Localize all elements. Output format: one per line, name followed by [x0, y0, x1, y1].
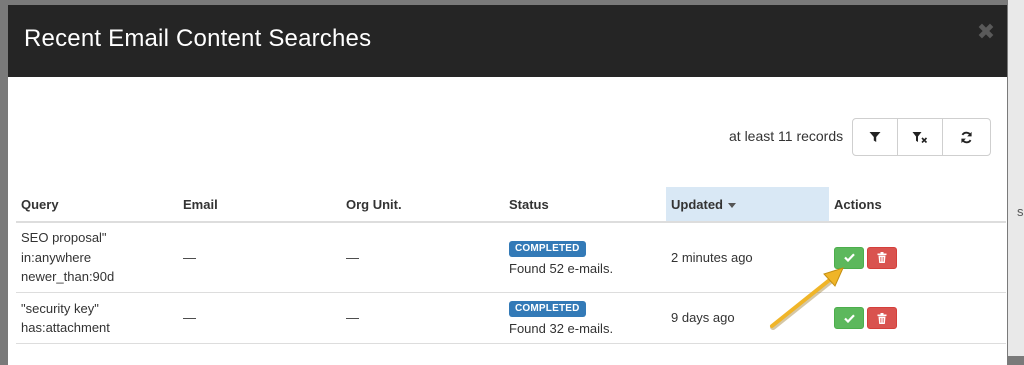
clear-filter-button[interactable]: [898, 119, 943, 155]
column-label: Status: [509, 196, 549, 212]
delete-button[interactable]: [867, 307, 897, 329]
record-count: at least 11 records: [729, 128, 844, 144]
actions-cell: [829, 292, 1006, 344]
sort-desc-icon: [728, 202, 736, 208]
column-header-actions: Actions: [829, 187, 1006, 223]
background-page: s: [1008, 0, 1024, 356]
column-header-email[interactable]: Email: [178, 187, 341, 223]
column-header-org-unit[interactable]: Org Unit.: [341, 187, 504, 223]
query-line: has:attachment: [21, 320, 110, 335]
check-icon: [843, 253, 855, 262]
status-cell: COMPLETED Found 32 e-mails.: [504, 292, 666, 344]
clear-filter-icon: [912, 132, 928, 143]
filter-icon: [869, 132, 881, 142]
refresh-icon: [961, 131, 972, 143]
query-line: newer_than:90d: [21, 269, 115, 285]
status-text: Found 52 e-mails.: [509, 260, 614, 276]
modal-title: Recent Email Content Searches: [24, 25, 372, 52]
status-badge: COMPLETED: [509, 301, 586, 318]
table-toolbar: [852, 118, 991, 156]
column-header-updated[interactable]: Updated: [666, 187, 829, 223]
table-header-row: Query Email Org Unit. Status Updated Act…: [16, 187, 1006, 223]
status-cell: COMPLETED Found 52 e-mails.: [504, 222, 666, 293]
modal-header: Recent Email Content Searches ✖: [8, 5, 1007, 77]
approve-button[interactable]: [834, 307, 864, 329]
filter-button[interactable]: [853, 119, 898, 155]
column-label: Query: [21, 196, 59, 212]
query-cell: "security key" has:attachment: [16, 292, 178, 344]
check-icon: [843, 313, 855, 323]
query-line: SEO proposal": [21, 230, 107, 246]
org-unit-cell: —: [341, 292, 504, 344]
email-cell: —: [178, 222, 341, 293]
table-row: SEO proposal" in:anywhere newer_than:90d…: [16, 222, 1006, 293]
close-icon[interactable]: ✖: [975, 22, 997, 44]
trash-icon: [877, 312, 887, 324]
column-label: Updated: [671, 196, 723, 212]
trash-icon: [877, 252, 887, 263]
actions-cell: [829, 222, 1006, 293]
org-unit-cell: —: [341, 222, 504, 293]
refresh-button[interactable]: [943, 119, 990, 155]
table-row: "security key" has:attachment — — COMPLE…: [16, 292, 1006, 344]
column-header-status[interactable]: Status: [504, 187, 666, 223]
column-label: Email: [183, 196, 218, 212]
background-text: s: [1017, 204, 1024, 219]
column-label: Org Unit.: [346, 196, 402, 212]
column-header-query[interactable]: Query: [16, 187, 178, 223]
searches-table: Query Email Org Unit. Status Updated Act…: [16, 187, 1006, 344]
column-label: Actions: [834, 196, 882, 212]
query-line: "security key": [21, 300, 99, 316]
query-line: in:anywhere: [21, 249, 92, 265]
approve-button[interactable]: [834, 246, 864, 269]
query-cell: SEO proposal" in:anywhere newer_than:90d: [16, 222, 178, 293]
updated-cell: 9 days ago: [666, 292, 829, 344]
delete-button[interactable]: [867, 246, 897, 269]
email-cell: —: [178, 292, 341, 344]
updated-cell: 2 minutes ago: [666, 222, 829, 293]
status-badge: COMPLETED: [509, 240, 586, 257]
status-text: Found 32 e-mails.: [509, 321, 614, 337]
